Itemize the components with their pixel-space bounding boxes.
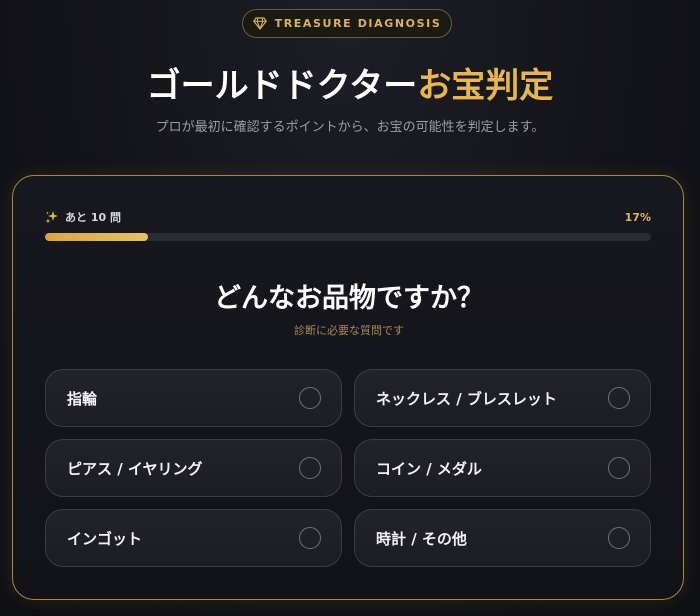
page-title: ゴールドドクターお宝判定 bbox=[0, 58, 700, 107]
option-pierced-earring[interactable]: ピアス / イヤリング bbox=[45, 439, 342, 497]
question-subtitle: 診断に必要な質問です bbox=[294, 324, 404, 337]
progress-percent: 17% bbox=[624, 210, 651, 224]
option-label: 時計 / その他 bbox=[376, 529, 467, 548]
radio-circle[interactable] bbox=[299, 457, 321, 479]
option-label: ピアス / イヤリング bbox=[67, 459, 203, 478]
progress-header: あと 10 問 17% bbox=[45, 209, 651, 225]
option-necklace-bracelet[interactable]: ネックレス / ブレスレット bbox=[354, 369, 651, 427]
option-watch-other[interactable]: 時計 / その他 bbox=[354, 509, 651, 567]
question-title: どんなお品物ですか？ bbox=[214, 283, 484, 314]
option-label: ネックレス / ブレスレット bbox=[376, 389, 557, 408]
option-ingot[interactable]: インゴット bbox=[45, 509, 342, 567]
radio-circle[interactable] bbox=[608, 457, 630, 479]
progress-bar-fill bbox=[45, 233, 149, 241]
progress-remaining: あと 10 問 bbox=[45, 209, 121, 225]
page-title-accent: お宝判定 bbox=[417, 66, 554, 106]
progress-label: あと 10 問 bbox=[65, 211, 121, 224]
sparkle-icon bbox=[45, 211, 58, 224]
treasure-diagnosis-badge: TREASURE DIAGNOSIS bbox=[242, 9, 452, 38]
option-label: インゴット bbox=[67, 529, 143, 548]
radio-circle[interactable] bbox=[299, 387, 321, 409]
progress-bar bbox=[45, 233, 651, 241]
option-label: 指輪 bbox=[67, 389, 98, 408]
option-label: コイン / メダル bbox=[376, 459, 482, 478]
page-subtitle: プロが最初に確認するポイントから、お宝の可能性を判定します。 bbox=[155, 120, 545, 135]
radio-circle[interactable] bbox=[608, 527, 630, 549]
radio-circle[interactable] bbox=[299, 527, 321, 549]
radio-circle[interactable] bbox=[608, 387, 630, 409]
option-ring[interactable]: 指輪 bbox=[45, 369, 342, 427]
page-title-main: ゴールドドクター bbox=[146, 66, 418, 106]
option-coin-medal[interactable]: コイン / メダル bbox=[354, 439, 651, 497]
diamond-icon bbox=[252, 17, 267, 30]
quiz-card: あと 10 問 17% どんなお品物ですか？ 診断に必要な質問です 指輪 ネック… bbox=[12, 175, 684, 600]
badge-text: TREASURE DIAGNOSIS bbox=[274, 17, 442, 30]
answer-options: 指輪 ネックレス / ブレスレット ピアス / イヤリング コイン / メダル … bbox=[45, 369, 651, 567]
